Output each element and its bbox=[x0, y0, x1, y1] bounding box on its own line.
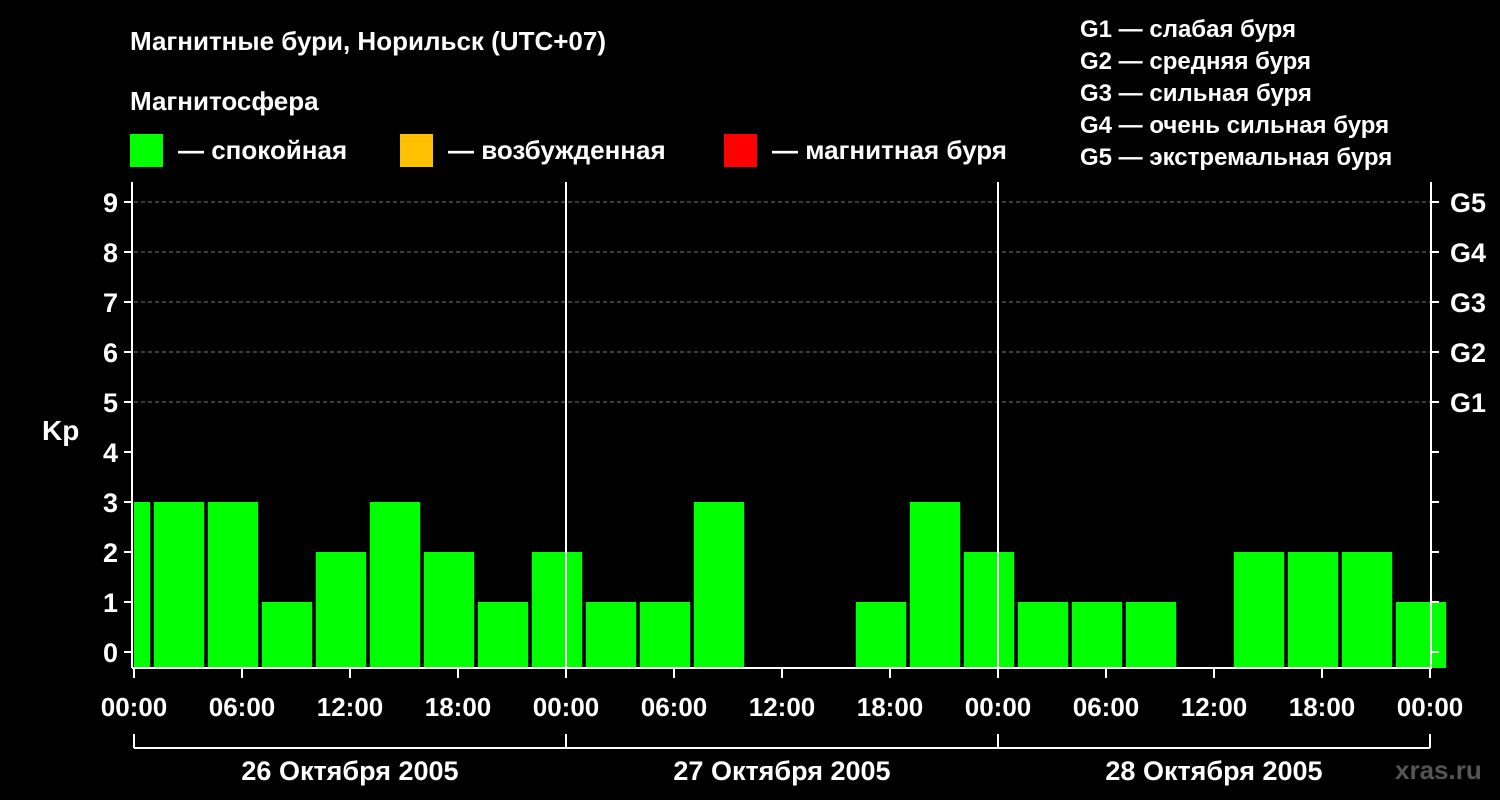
y-tick-label: 0 bbox=[103, 638, 118, 668]
g-level-label: G1 bbox=[1450, 388, 1486, 418]
y-axis-label: Kp bbox=[42, 415, 79, 446]
y-tick-label: 5 bbox=[103, 388, 118, 418]
kp-bar bbox=[1341, 552, 1393, 668]
kp-bar bbox=[423, 552, 475, 668]
y-tick-label: 9 bbox=[103, 188, 118, 218]
x-tick-label: 00:00 bbox=[1397, 692, 1464, 722]
kp-bar bbox=[369, 502, 421, 668]
x-tick-label: 00:00 bbox=[533, 692, 600, 722]
legend-title: Магнитосфера bbox=[130, 86, 319, 116]
x-tick-label: 00:00 bbox=[101, 692, 168, 722]
g-level-label: G4 bbox=[1450, 238, 1486, 268]
kp-bar bbox=[585, 602, 637, 668]
g-scale-legend-g3: G3 — сильная буря bbox=[1080, 80, 1312, 107]
y-tick-label: 7 bbox=[103, 288, 118, 318]
legend-label-calm: — спокойная bbox=[178, 135, 347, 165]
day-label: 28 Октября 2005 bbox=[1105, 756, 1322, 786]
kp-bar bbox=[963, 552, 1015, 668]
x-tick-label: 18:00 bbox=[857, 692, 924, 722]
x-tick-label: 12:00 bbox=[1181, 692, 1248, 722]
x-tick-label: 06:00 bbox=[1073, 692, 1140, 722]
kp-bar bbox=[1395, 602, 1447, 668]
kp-bar bbox=[1071, 602, 1123, 668]
g-level-label: G3 bbox=[1450, 288, 1486, 318]
x-tick-label: 12:00 bbox=[317, 692, 384, 722]
x-tick-label: 18:00 bbox=[425, 692, 492, 722]
g-level-label: G2 bbox=[1450, 338, 1486, 368]
legend-swatch-active bbox=[400, 134, 433, 167]
legend-swatch-calm bbox=[130, 134, 163, 167]
g-scale-legend-g1: G1 — слабая буря bbox=[1080, 16, 1296, 43]
kp-bar bbox=[1125, 602, 1177, 668]
watermark: xras.ru bbox=[1395, 755, 1482, 785]
kp-bar bbox=[855, 602, 907, 668]
y-tick-label: 1 bbox=[103, 588, 118, 618]
x-tick-label: 12:00 bbox=[749, 692, 816, 722]
kp-bar bbox=[531, 552, 583, 668]
x-tick-label: 00:00 bbox=[965, 692, 1032, 722]
x-tick-label: 18:00 bbox=[1289, 692, 1356, 722]
kp-bar bbox=[639, 602, 691, 668]
x-tick-label: 06:00 bbox=[641, 692, 708, 722]
g-scale-legend-g2: G2 — средняя буря bbox=[1080, 48, 1311, 75]
kp-bar bbox=[909, 502, 961, 668]
legend-label-active: — возбужденная bbox=[448, 135, 666, 165]
plot-area: 0 1 2 3 4 5 6 7 8 9 G1 G2 G3 G4 G5 00:00 06:00 12:00 18:00… bbox=[101, 182, 1486, 786]
kp-bar bbox=[477, 602, 529, 668]
x-tick-label: 06:00 bbox=[209, 692, 276, 722]
day-label: 27 Октября 2005 bbox=[673, 756, 890, 786]
kp-chart: Магнитные бури, Норильск (UTC+07) Магнит… bbox=[42, 16, 1486, 786]
day-label: 26 Октября 2005 bbox=[241, 756, 458, 786]
legend-label-storm: — магнитная буря bbox=[772, 135, 1007, 165]
kp-bar bbox=[1017, 602, 1069, 668]
g-level-label: G5 bbox=[1450, 188, 1486, 218]
y-tick-label: 8 bbox=[103, 238, 118, 268]
kp-bar bbox=[207, 502, 259, 668]
kp-bar bbox=[1287, 552, 1339, 668]
y-tick-label: 6 bbox=[103, 338, 118, 368]
kp-bar bbox=[693, 502, 745, 668]
g-scale-legend-g4: G4 — очень сильная буря bbox=[1080, 112, 1389, 139]
kp-bar bbox=[134, 502, 151, 668]
g-scale-legend-g5: G5 — экстремальная буря bbox=[1080, 144, 1392, 171]
y-tick-label: 4 bbox=[103, 438, 118, 468]
kp-bar bbox=[315, 552, 367, 668]
chart-title: Магнитные бури, Норильск (UTC+07) bbox=[130, 26, 606, 56]
kp-bar bbox=[153, 502, 205, 668]
legend-swatch-storm bbox=[724, 134, 757, 167]
y-tick-label: 2 bbox=[103, 538, 118, 568]
kp-bar bbox=[1233, 552, 1285, 668]
y-tick-label: 3 bbox=[103, 488, 118, 518]
kp-bar bbox=[261, 602, 313, 668]
